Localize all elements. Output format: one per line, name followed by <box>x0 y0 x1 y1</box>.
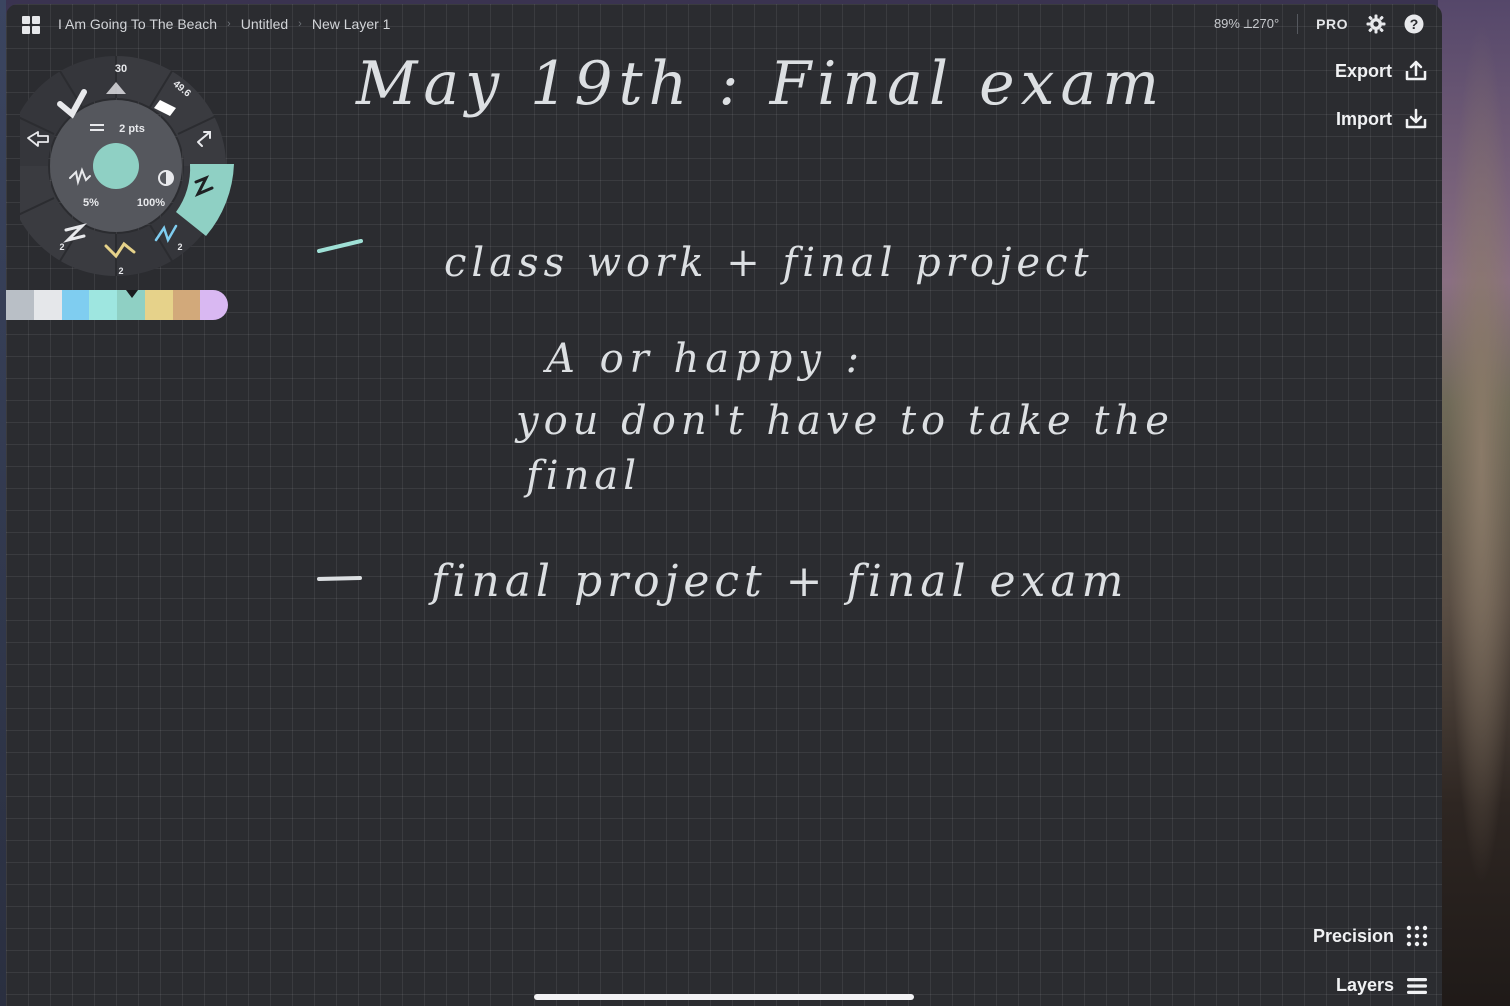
top-bar: I Am Going To The Beach › Untitled › New… <box>6 4 1442 46</box>
breadcrumb: I Am Going To The Beach › Untitled › New… <box>58 16 390 32</box>
color-swatch[interactable] <box>200 290 228 320</box>
handwriting-line-1: class work + final project <box>444 240 1094 286</box>
export-button[interactable]: Export <box>1335 60 1428 82</box>
breadcrumb-drawing[interactable]: Untitled <box>241 16 288 32</box>
breadcrumb-separator: › <box>227 18 231 30</box>
import-button[interactable]: Import <box>1336 108 1428 130</box>
divider <box>1297 14 1299 34</box>
color-swatch[interactable] <box>89 290 117 320</box>
import-label: Import <box>1336 108 1392 129</box>
pro-button[interactable]: PRO <box>1316 16 1348 32</box>
color-swatch[interactable] <box>172 290 201 320</box>
tool-size-label-bottom: 2 <box>118 266 123 276</box>
tool-size-label-left: 2 <box>59 242 64 252</box>
color-swatch[interactable] <box>6 290 34 320</box>
layers-button[interactable]: Layers <box>1336 975 1428 996</box>
precision-label: Precision <box>1312 925 1394 946</box>
import-icon <box>1405 108 1427 129</box>
bottom-actions: Precision Layers <box>1313 925 1428 996</box>
smoothing-label[interactable]: 5% <box>83 197 99 209</box>
active-color-dot[interactable] <box>93 143 139 189</box>
svg-text:?: ? <box>1410 16 1419 32</box>
handwriting-line-5: final project + final exam <box>428 556 1128 607</box>
layers-icon <box>1407 977 1427 994</box>
bullet-dash-2 <box>317 576 362 581</box>
color-swatch[interactable] <box>61 290 90 320</box>
handwriting-line-3: you don't have to take the <box>514 398 1174 444</box>
breadcrumb-layer[interactable]: New Layer 1 <box>312 16 391 32</box>
export-label: Export <box>1334 60 1392 81</box>
layers-label: Layers <box>1335 975 1394 995</box>
help-icon[interactable]: ? <box>1404 14 1424 34</box>
desktop-wallpaper <box>1438 0 1510 1006</box>
breadcrumb-gallery[interactable]: I Am Going To The Beach <box>58 16 217 32</box>
handwriting-title: May 19th : Final exam <box>355 49 1165 119</box>
home-indicator[interactable] <box>534 994 914 1000</box>
color-swatch[interactable] <box>33 290 62 320</box>
size-top-label: 30 <box>115 63 127 75</box>
export-icon <box>1405 60 1427 81</box>
gear-icon[interactable] <box>1366 14 1386 34</box>
dot-grid-icon <box>1406 925 1428 947</box>
tool-size-label-right: 2 <box>177 242 182 252</box>
handwriting-line-4: final <box>523 453 641 499</box>
selected-color-marker <box>126 290 138 298</box>
side-actions: Export Import <box>1335 60 1428 130</box>
canvas-window[interactable]: May 19th : Final exam class work + final… <box>6 4 1442 1006</box>
stroke-width-label[interactable]: 2 pts <box>119 123 145 135</box>
precision-button[interactable]: Precision <box>1313 925 1428 947</box>
bullet-dash-1 <box>317 239 363 253</box>
apps-grid-icon[interactable] <box>22 16 40 34</box>
color-swatch[interactable] <box>144 290 173 320</box>
opacity-label[interactable]: 100% <box>137 197 165 209</box>
tool-wheel[interactable]: 30 49.6 2 pts 5% 100% 2 2 2 <box>20 54 240 284</box>
handwriting-line-2: A or happy : <box>542 336 865 382</box>
top-right-controls: 89% ⟂270° PRO ? <box>1214 14 1424 34</box>
breadcrumb-separator: › <box>298 18 302 30</box>
zoom-rotation-readout[interactable]: 89% ⟂270° <box>1214 16 1279 32</box>
color-palette <box>6 290 228 320</box>
